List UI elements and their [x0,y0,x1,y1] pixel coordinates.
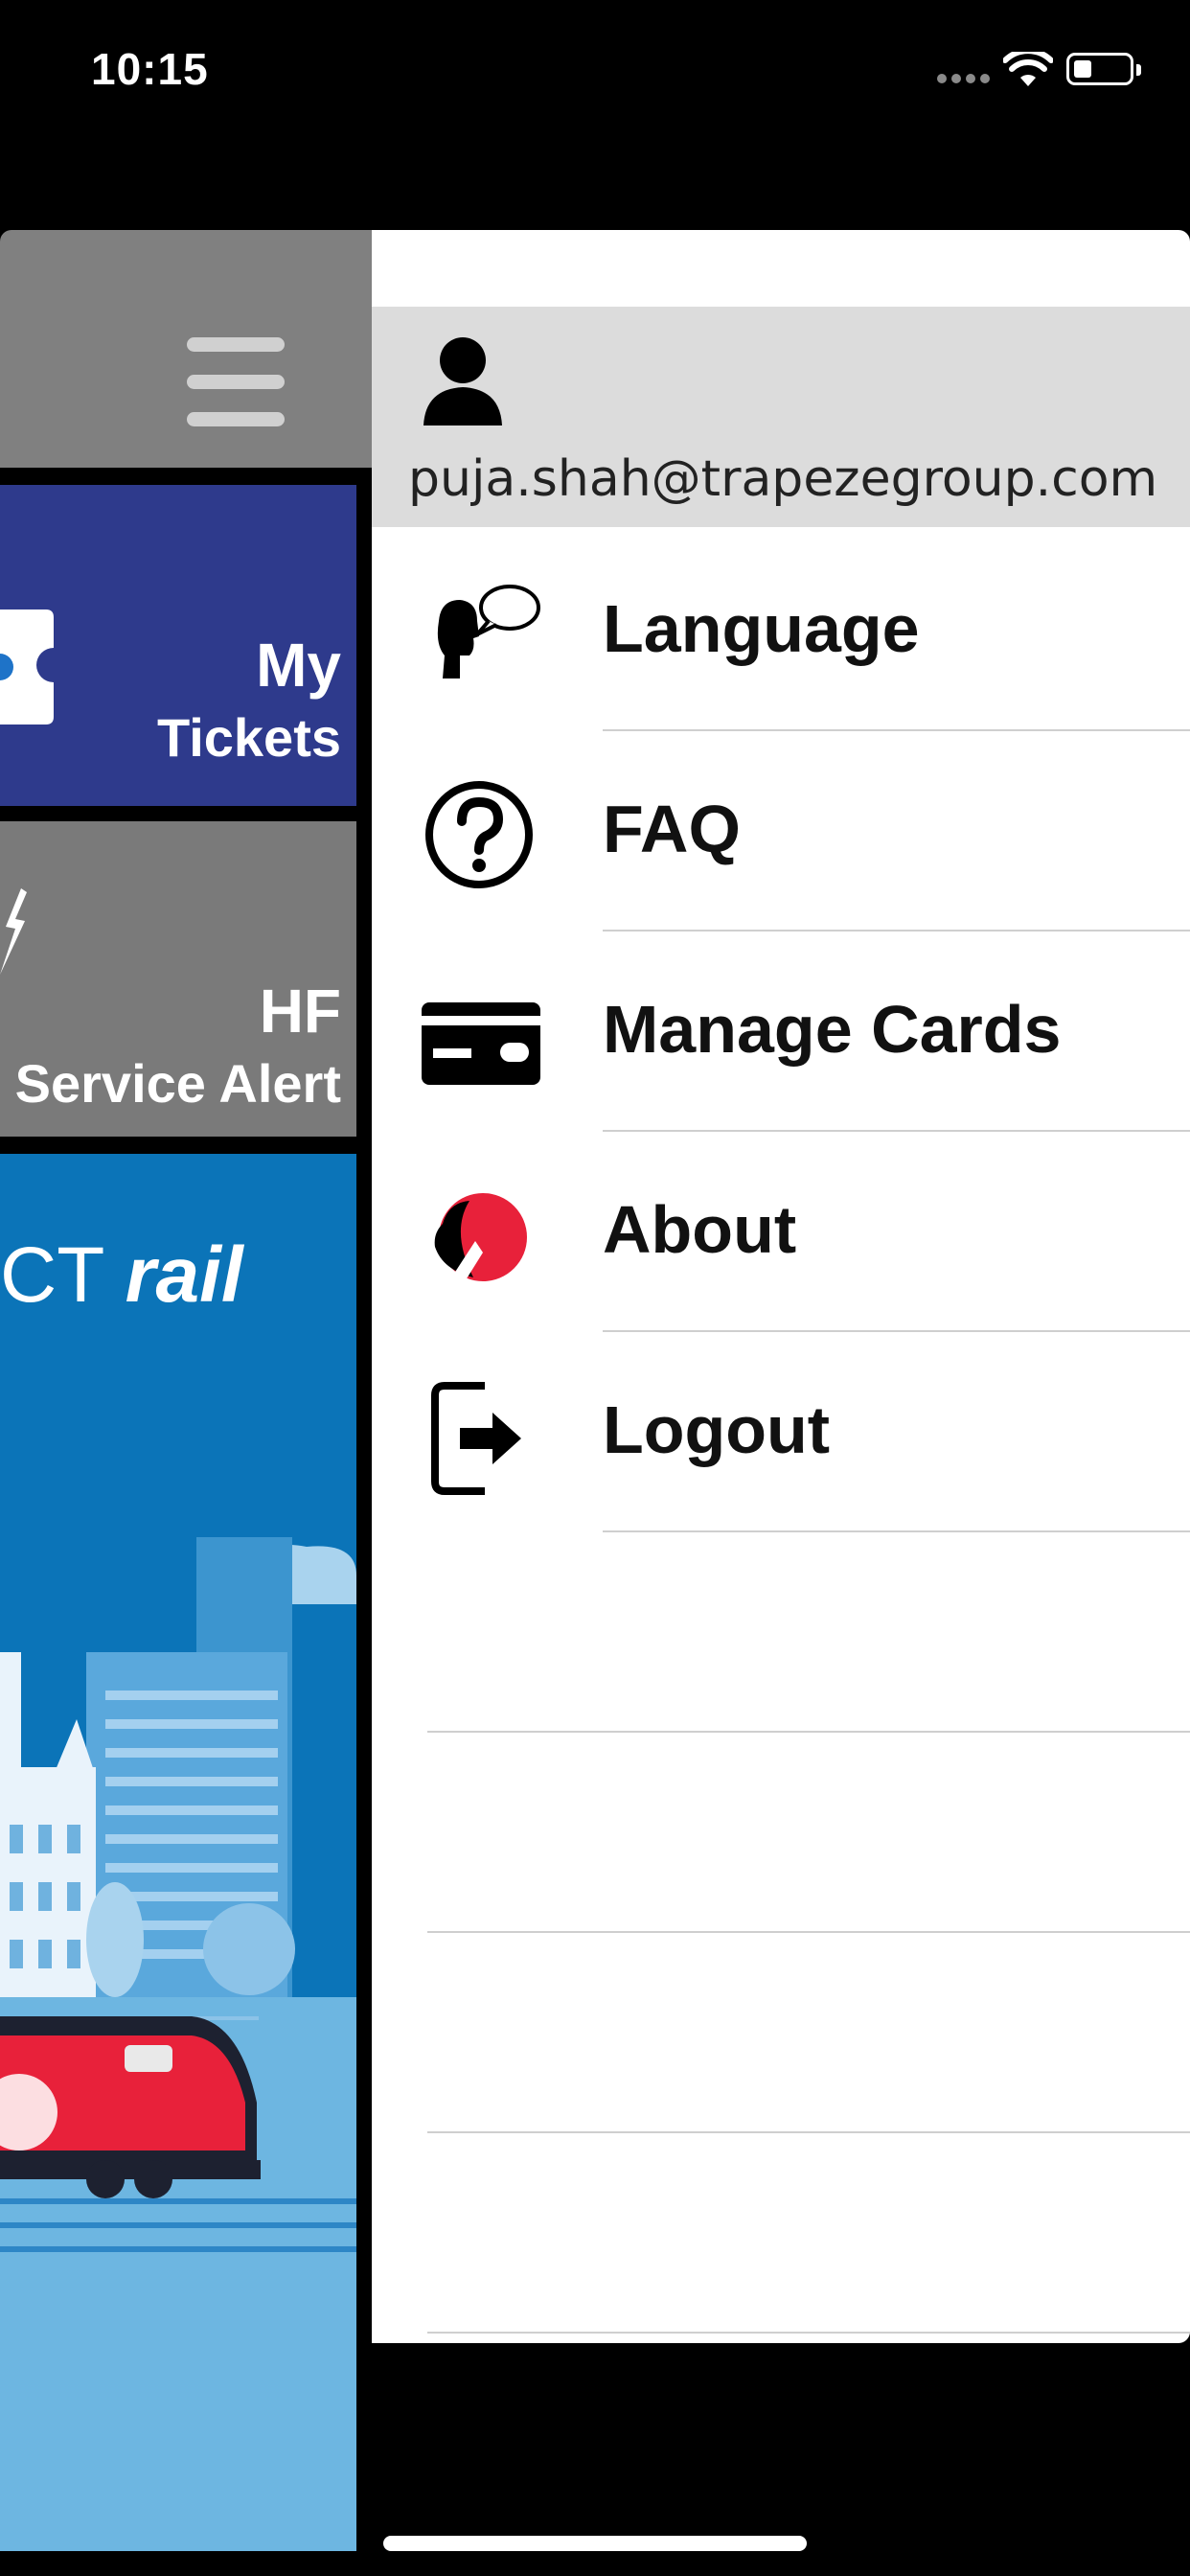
divider [603,1530,1190,1532]
signal-dots-icon [937,71,996,84]
divider [427,2332,1190,2334]
menu-item-language[interactable]: Language [372,531,1190,731]
home-indicator[interactable] [383,2536,807,2551]
language-speech-icon [437,585,540,678]
rail-promo-tile[interactable]: CT rail [0,1154,356,2551]
user-avatar-icon [423,337,502,426]
profile-header: puja.shah@trapezegroup.com [372,307,1190,527]
divider [427,1731,1190,1733]
menu-item-about[interactable]: About [372,1132,1190,1332]
ticket-icon [0,610,54,724]
service-alert-label-2: Service Alert [14,1053,341,1114]
divider [427,1931,1190,1933]
menu-label-logout: Logout [603,1392,831,1467]
city-train-illustration [0,1537,356,2551]
menu-label-language: Language [603,591,920,666]
logout-icon [431,1382,521,1495]
battery-icon [1066,53,1141,85]
my-tickets-label-1: My [256,631,341,700]
service-alert-label-1: HF [259,977,341,1046]
menu-label-faq: FAQ [603,792,741,866]
divider [427,2131,1190,2133]
my-tickets-label-2: Tickets [157,707,341,768]
side-drawer: puja.shah@trapezegroup.com Language FAQ [372,230,1190,2343]
menu-item-manage-cards[interactable]: Manage Cards [372,932,1190,1132]
service-alert-tile[interactable]: HF Service Alert [0,821,356,1137]
alert-bolt-icon [0,888,27,975]
menu-label-manage-cards: Manage Cards [603,992,1062,1067]
wifi-icon [1003,52,1053,86]
top-bar [0,230,372,468]
my-tickets-tile[interactable]: My Tickets [0,485,356,806]
user-email: puja.shah@trapezegroup.com [408,450,1158,508]
status-time: 10:15 [91,44,209,94]
menu-item-logout[interactable]: Logout [372,1332,1190,1532]
menu-item-faq[interactable]: FAQ [372,731,1190,932]
app-screen: My Tickets HF Service Alert CT rail puja… [0,230,1190,2551]
trapeze-logo-icon [434,1193,527,1283]
status-bar: 10:15 [0,0,1190,144]
menu-label-about: About [603,1192,797,1267]
hamburger-menu-icon[interactable] [187,337,285,449]
question-icon [425,781,533,888]
card-icon [422,1002,540,1085]
